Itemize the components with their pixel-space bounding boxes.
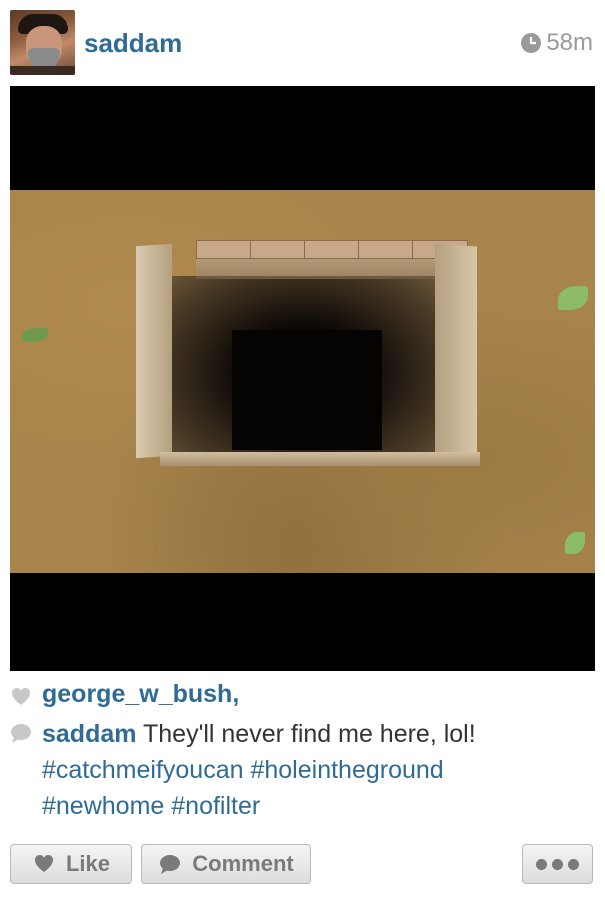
comment-button[interactable]: Comment <box>141 844 311 884</box>
heart-icon <box>10 686 32 708</box>
more-button[interactable] <box>522 844 593 884</box>
hashtag[interactable]: #catchmeifyoucan <box>42 756 244 784</box>
clock-icon <box>520 32 542 54</box>
post-username[interactable]: saddam <box>84 28 182 59</box>
hashtag[interactable]: #nofilter <box>171 792 260 820</box>
hashtag[interactable]: #holeintheground <box>250 756 443 784</box>
post-header: saddam 58m <box>0 0 605 80</box>
liker-username[interactable]: george_w_bush, <box>42 680 239 709</box>
caption-text: They'll never find me here, lol! <box>142 720 476 748</box>
photo-image <box>10 190 595 573</box>
more-dots-icon <box>536 858 579 870</box>
post-timestamp: 58m <box>520 29 593 57</box>
like-label: Like <box>65 851 111 876</box>
caption-username[interactable]: saddam <box>42 720 136 748</box>
action-bar: Like Comment <box>0 844 605 888</box>
heart-icon <box>34 855 53 872</box>
caption: saddam They'll never find me here, lol! … <box>42 716 562 824</box>
comment-label: Comment <box>192 851 294 876</box>
avatar[interactable] <box>10 10 75 75</box>
comment-bubble-icon <box>10 722 32 744</box>
caption-row: saddam They'll never find me here, lol! … <box>10 716 562 824</box>
hashtag[interactable]: #newhome <box>42 792 164 820</box>
post-photo[interactable] <box>10 86 595 671</box>
time-ago: 58m <box>546 29 593 56</box>
like-button[interactable]: Like <box>10 844 132 884</box>
comment-bubble-icon <box>160 855 181 874</box>
likes-row: george_w_bush, <box>10 680 239 709</box>
